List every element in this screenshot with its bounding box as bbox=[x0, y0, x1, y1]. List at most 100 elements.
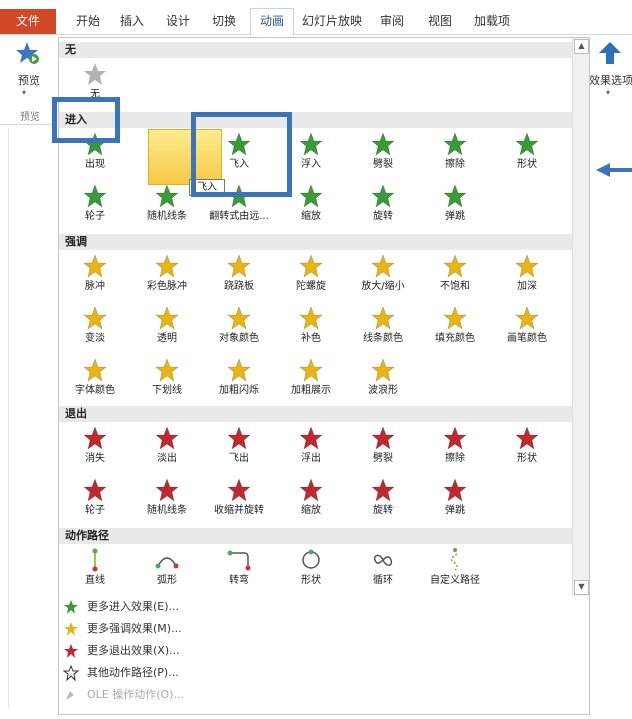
entrance-item[interactable]: 擦除 bbox=[419, 130, 491, 180]
motion-path-item[interactable]: 弧形 bbox=[131, 546, 203, 596]
motion-path-item[interactable]: 直线 bbox=[59, 546, 131, 596]
chevron-down-icon[interactable]: ▾ bbox=[606, 88, 610, 97]
tab-slideshow[interactable]: 幻灯片放映 bbox=[298, 9, 366, 34]
entrance-star-icon bbox=[371, 132, 395, 156]
emphasis-star-icon bbox=[443, 306, 467, 330]
exit-item[interactable]: 消失 bbox=[59, 424, 131, 474]
menu-more-emphasis[interactable]: 更多强调效果(M)... bbox=[59, 618, 589, 640]
motion-path-icon bbox=[373, 554, 393, 566]
entrance-item[interactable]: 形状 bbox=[491, 130, 563, 180]
emphasis-label: 陀螺旋 bbox=[296, 281, 326, 292]
exit-label: 轮子 bbox=[85, 505, 105, 516]
more-effects-menu: 更多进入效果(E)... 更多强调效果(M)... 更多退出效果(X)... 其… bbox=[58, 596, 590, 715]
motion-path-item[interactable]: 形状 bbox=[275, 546, 347, 596]
emphasis-item[interactable]: 脉冲 bbox=[59, 252, 131, 302]
tab-animations[interactable]: 动画 bbox=[250, 8, 294, 36]
preview-button[interactable]: 预览 bbox=[18, 72, 40, 88]
exit-item[interactable]: 轮子 bbox=[59, 476, 131, 526]
entrance-item[interactable]: 劈裂 bbox=[347, 130, 419, 180]
entrance-label: 翻转式由远... bbox=[209, 211, 269, 222]
menu-ole-action[interactable]: OLE 操作动作(O)... bbox=[59, 684, 589, 706]
emphasis-star-icon bbox=[83, 358, 107, 382]
chevron-down-icon[interactable]: ▾ bbox=[22, 88, 26, 97]
emphasis-star-icon bbox=[83, 254, 107, 278]
emphasis-item[interactable]: 加深 bbox=[491, 252, 563, 302]
exit-item[interactable]: 形状 bbox=[491, 424, 563, 474]
emphasis-item[interactable]: 下划线 bbox=[131, 356, 203, 406]
motion-path-item[interactable]: 转弯 bbox=[203, 546, 275, 596]
emphasis-item[interactable]: 跷跷板 bbox=[203, 252, 275, 302]
tab-addins[interactable]: 加载项 bbox=[470, 9, 514, 34]
tab-file[interactable]: 文件 bbox=[0, 9, 56, 34]
emphasis-item[interactable]: 彩色脉冲 bbox=[131, 252, 203, 302]
emphasis-label: 填充颜色 bbox=[435, 333, 475, 344]
exit-item[interactable]: 浮出 bbox=[275, 424, 347, 474]
entrance-star-icon bbox=[299, 132, 323, 156]
gallery-scrollbar[interactable]: ▲ ▼ bbox=[572, 38, 589, 596]
exit-item[interactable]: 劈裂 bbox=[347, 424, 419, 474]
emphasis-item[interactable]: 字体颜色 bbox=[59, 356, 131, 406]
divider bbox=[8, 128, 9, 708]
emphasis-item[interactable]: 波浪形 bbox=[347, 356, 419, 406]
emphasis-item[interactable]: 加粗闪烁 bbox=[203, 356, 275, 406]
outline-star-icon bbox=[63, 665, 79, 681]
menu-more-motion-paths[interactable]: 其他动作路径(P)... bbox=[59, 662, 589, 684]
exit-star-icon bbox=[155, 478, 179, 502]
scroll-down-button[interactable]: ▼ bbox=[574, 580, 589, 595]
emphasis-item[interactable]: 线条颜色 bbox=[347, 304, 419, 354]
emphasis-item[interactable]: 补色 bbox=[275, 304, 347, 354]
tab-view[interactable]: 视图 bbox=[422, 9, 458, 34]
motion-path-label: 自定义路径 bbox=[430, 575, 480, 586]
effect-options-button[interactable]: 效果选项 bbox=[589, 72, 632, 88]
entrance-item[interactable]: 轮子 bbox=[59, 182, 131, 232]
annotation-box-entrance bbox=[52, 97, 120, 143]
emphasis-item[interactable]: 填充颜色 bbox=[419, 304, 491, 354]
exit-item[interactable]: 弹跳 bbox=[419, 476, 491, 526]
emphasis-item[interactable]: 加粗展示 bbox=[275, 356, 347, 406]
tab-review[interactable]: 审阅 bbox=[374, 9, 410, 34]
exit-label: 旋转 bbox=[373, 505, 393, 516]
exit-item[interactable]: 收缩并旋转 bbox=[203, 476, 275, 526]
preview-star-icon[interactable] bbox=[14, 40, 42, 68]
emphasis-item[interactable]: 陀螺旋 bbox=[275, 252, 347, 302]
entrance-label: 擦除 bbox=[445, 159, 465, 170]
motion-path-icon bbox=[302, 549, 320, 569]
section-entrance: 进入 bbox=[59, 112, 577, 128]
menu-more-entrance[interactable]: 更多进入效果(E)... bbox=[59, 596, 589, 618]
motion-path-label: 弧形 bbox=[157, 575, 177, 586]
menu-more-exit[interactable]: 更多退出效果(X)... bbox=[59, 640, 589, 662]
exit-star-icon bbox=[371, 478, 395, 502]
emphasis-item[interactable]: 对象颜色 bbox=[203, 304, 275, 354]
exit-item[interactable]: 淡出 bbox=[131, 424, 203, 474]
exit-label: 形状 bbox=[517, 453, 537, 464]
tab-design[interactable]: 设计 bbox=[160, 9, 196, 34]
emphasis-item[interactable]: 不饱和 bbox=[419, 252, 491, 302]
motion-path-label: 直线 bbox=[85, 575, 105, 586]
entrance-item[interactable]: 弹跳 bbox=[419, 182, 491, 232]
entrance-label: 随机线条 bbox=[147, 211, 187, 222]
tab-home[interactable]: 开始 bbox=[68, 9, 108, 34]
emphasis-item[interactable]: 画笔颜色 bbox=[491, 304, 563, 354]
emphasis-item[interactable]: 透明 bbox=[131, 304, 203, 354]
motion-path-item[interactable]: 循环 bbox=[347, 546, 419, 596]
entrance-item[interactable]: 旋转 bbox=[347, 182, 419, 232]
emphasis-item[interactable]: 放大/缩小 bbox=[347, 252, 419, 302]
effect-options-arrow-icon[interactable] bbox=[597, 40, 623, 66]
section-emphasis: 强调 bbox=[59, 234, 577, 250]
exit-item[interactable]: 擦除 bbox=[419, 424, 491, 474]
ole-icon bbox=[66, 691, 74, 700]
entrance-star-icon bbox=[155, 184, 179, 208]
exit-item[interactable]: 缩放 bbox=[275, 476, 347, 526]
exit-item[interactable]: 随机线条 bbox=[131, 476, 203, 526]
scroll-up-button[interactable]: ▲ bbox=[574, 39, 589, 54]
motion-path-item[interactable]: 自定义路径 bbox=[419, 546, 491, 596]
exit-star-icon bbox=[227, 426, 251, 450]
emphasis-item[interactable]: 变淡 bbox=[59, 304, 131, 354]
preview-group-label: 预览 bbox=[20, 112, 40, 123]
exit-item[interactable]: 飞出 bbox=[203, 424, 275, 474]
emphasis-label: 加深 bbox=[517, 281, 537, 292]
tab-transitions[interactable]: 切换 bbox=[206, 9, 242, 34]
emphasis-label: 脉冲 bbox=[85, 281, 105, 292]
exit-item[interactable]: 旋转 bbox=[347, 476, 419, 526]
tab-insert[interactable]: 插入 bbox=[114, 9, 150, 34]
